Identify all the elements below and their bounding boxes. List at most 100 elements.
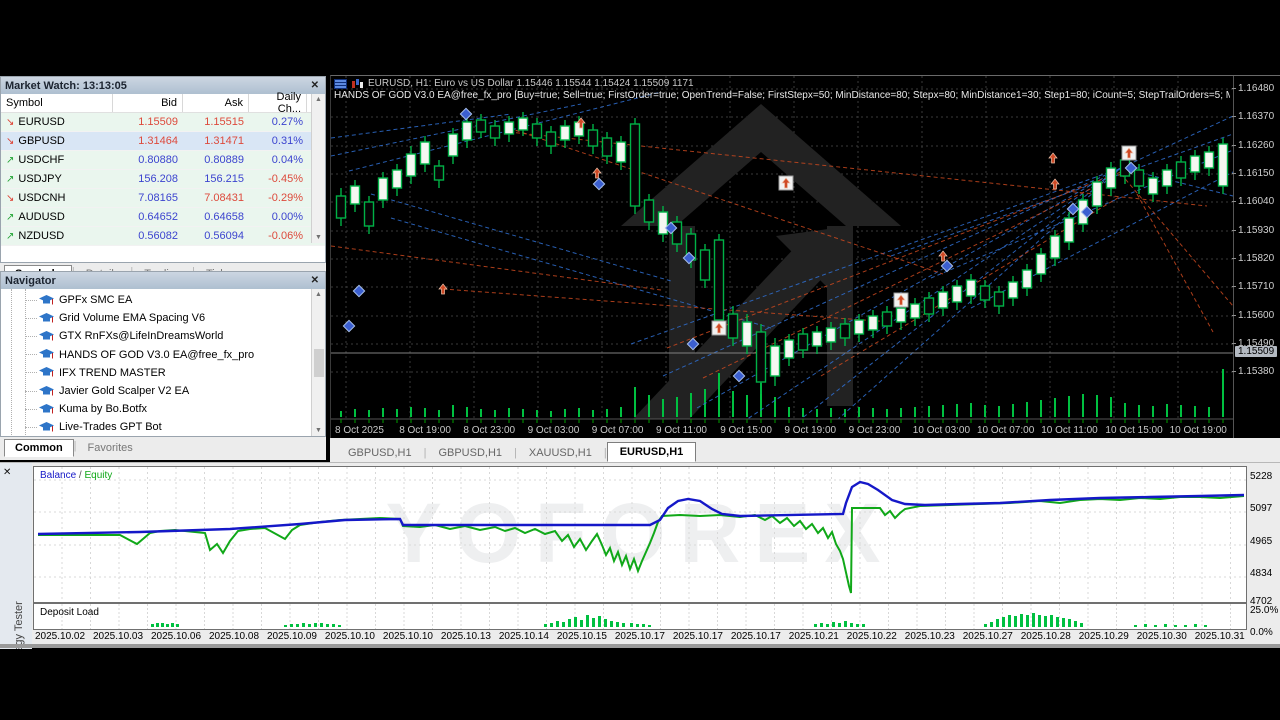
scroll-down-icon[interactable]: ▼ [315,234,322,241]
table-row[interactable]: ↗ USDJPY 156.208 156.215 -0.45% [1,170,325,189]
deposit-load-label: Deposit Load [40,607,99,618]
close-icon[interactable]: ✕ [309,275,321,286]
tester-date-label: 2025.10.31 [1194,631,1245,642]
tester-y-label: 5228 [1250,471,1273,482]
change-cell: -0.29% [268,192,303,204]
column-header[interactable]: Daily Ch... [249,91,307,115]
navigator-item[interactable]: Kuma by Bo.Botfx [1,400,325,418]
tester-date-label: 2025.10.02 [35,631,86,642]
tree-line [25,335,37,337]
ask-cell: 0.80889 [204,154,244,166]
navigator-item[interactable]: IFX TREND MASTER [1,364,325,382]
price-axis-label: 1.15380 [1231,366,1275,377]
navigator-item-label: Grid Volume EMA Spacing V6 [59,312,206,325]
tester-y-label: 25.0% [1250,605,1279,616]
tester-date-label: 2025.10.28 [1020,631,1071,642]
scrollbar-thumb[interactable] [313,348,324,377]
tab-favorites[interactable]: Favorites [77,439,144,457]
column-header[interactable]: Bid [113,94,183,112]
scroll-up-icon[interactable]: ▲ [315,96,322,103]
chart-tab-gbpusd-h1[interactable]: GBPUSD,H1 [426,444,514,462]
tester-date-label: 2025.10.17 [730,631,781,642]
column-header[interactable]: Ask [183,94,249,112]
tester-y-label: 4965 [1250,536,1273,547]
chart-tab-gbpusd-h1[interactable]: GBPUSD,H1 [336,444,424,462]
window-edge [0,644,1280,648]
bid-cell: 0.80880 [138,154,178,166]
trend-up-icon: ↗ [6,154,15,166]
price-axis-label: 1.16370 [1231,111,1275,122]
price-scale[interactable]: 1.16480 1.16370 1.16260 1.16150 1.16040 1.159… [1231,76,1280,439]
navigator-item[interactable]: GPFx SMC EA [1,291,325,309]
trend-up-icon: ↗ [6,211,15,223]
navigator-item[interactable]: HANDS OF GOD V3.0 EA@free_fx_pro [1,346,325,364]
ea-icon [39,312,54,323]
change-cell: 0.31% [271,135,303,147]
deposit-load-chart[interactable]: Deposit Load [33,603,1247,630]
price-axis-label: 1.16040 [1231,196,1275,207]
ask-cell: 0.56094 [204,230,244,242]
tester-date-label: 2025.10.08 [208,631,260,642]
navigator-titlebar[interactable]: Navigator ✕ [1,272,325,289]
table-row[interactable]: ↘ EURUSD 1.15509 1.15515 0.27% [1,113,325,132]
ea-icon [39,385,54,396]
mt-terminal: Market Watch: 13:13:05 ✕ Symbol Bid Ask Dai… [0,0,1280,720]
chart-tab-xauusd-h1[interactable]: XAUUSD,H1 [517,444,604,462]
strategy-tester-tab[interactable]: ✕ Strategy Tester [0,463,32,649]
tester-date-label: 2025.10.29 [1078,631,1129,642]
table-row[interactable]: ↗ AUDUSD 0.64652 0.64658 0.00% [1,208,325,227]
navigator-item[interactable]: Live-Trades GPT Bot [1,418,325,435]
table-row[interactable]: ↘ GBPUSD 1.31464 1.31471 0.31% [1,132,325,151]
tester-date-label: 2025.10.10 [324,631,375,642]
ea-icon [39,403,54,414]
chart-window[interactable]: 8 Oct 2025 8 Oct 19:00 8 Oct 23:00 9 Oct 03… [330,75,1280,439]
navigator-item[interactable]: GTX RnFXs@LifeInDreamsWorld [1,327,325,345]
symbol-cell: ↗ NZDUSD [6,230,65,242]
time-axis-label: 9 Oct 19:00 [784,425,836,436]
tester-date-label: 2025.10.30 [1136,631,1187,642]
navigator-item-label: Kuma by Bo.Botfx [59,403,148,416]
navigator-item[interactable]: Javier Gold Scalper V2 EA [1,382,325,400]
chart-tab-eurusd-h1[interactable]: EURUSD,H1 [606,442,697,462]
time-axis-label: 10 Oct 07:00 [977,425,1035,436]
tab-common[interactable]: Common [4,439,74,457]
column-header[interactable]: Symbol [1,94,113,112]
ask-cell: 7.08431 [204,192,244,204]
ea-icon [39,421,54,432]
price-axis-label: 1.16260 [1231,140,1275,151]
navigator-item-label: Javier Gold Scalper V2 EA [59,385,190,398]
close-icon[interactable]: ✕ [3,467,11,478]
tester-date-label: 2025.10.17 [672,631,723,642]
navigator-item[interactable]: Grid Volume EMA Spacing V6 [1,309,325,327]
balance-label: Balance [40,470,77,481]
market-watch-scrollbar[interactable]: ▲ ▼ [311,94,325,243]
bid-cell: 1.15509 [138,116,178,128]
market-watch-title: Market Watch: 13:13:05 [5,79,127,92]
table-row[interactable]: ↗ USDCHF 0.80880 0.80889 0.04% [1,151,325,170]
scroll-down-icon[interactable]: ▼ [315,427,322,434]
price-axis-label: 1.15600 [1231,310,1275,321]
price-axis-label: 1.15710 [1231,281,1275,292]
time-axis-label: 10 Oct 03:00 [913,425,971,436]
table-row[interactable]: ↘ USDCNH 7.08165 7.08431 -0.29% [1,189,325,208]
chart-tabbar: GBPUSD,H1 | GBPUSD,H1 | XAUUSD,H1 | EURUSD,H1 [330,438,1280,462]
symbol-cell: ↗ AUDUSD [6,211,65,223]
balance-chart[interactable]: YOFOREX Balance / Equity [33,466,1247,603]
tester-date-label: 2025.10.10 [382,631,433,642]
left-dock: Market Watch: 13:13:05 ✕ Symbol Bid Ask Dai… [0,76,326,460]
change-cell: 0.27% [271,116,303,128]
trend-up-icon: ↗ [6,230,15,242]
navigator-item-label: Live-Trades GPT Bot [59,421,162,434]
tester-date-axis: 2025.10.02 2025.10.03 2025.10.06 2025.10.08… [33,631,1247,645]
candlestick-chart[interactable]: 8 Oct 2025 8 Oct 19:00 8 Oct 23:00 9 Oct 03… [331,76,1233,439]
table-row[interactable]: ↗ NZDUSD 0.56082 0.56094 -0.06% [1,227,325,246]
close-icon[interactable]: ✕ [309,80,321,91]
tester-y-label: 0.0% [1250,627,1273,638]
bid-cell: 0.64652 [138,211,178,223]
navigator-tabs: Common | Favorites [0,437,326,457]
navigator-scrollbar[interactable]: ▲ ▼ [311,289,325,436]
tester-date-label: 2025.10.09 [266,631,317,642]
market-watch-header[interactable]: Symbol Bid Ask Daily Ch... [1,91,325,115]
ea-icon [39,294,54,305]
scroll-up-icon[interactable]: ▲ [315,291,322,298]
